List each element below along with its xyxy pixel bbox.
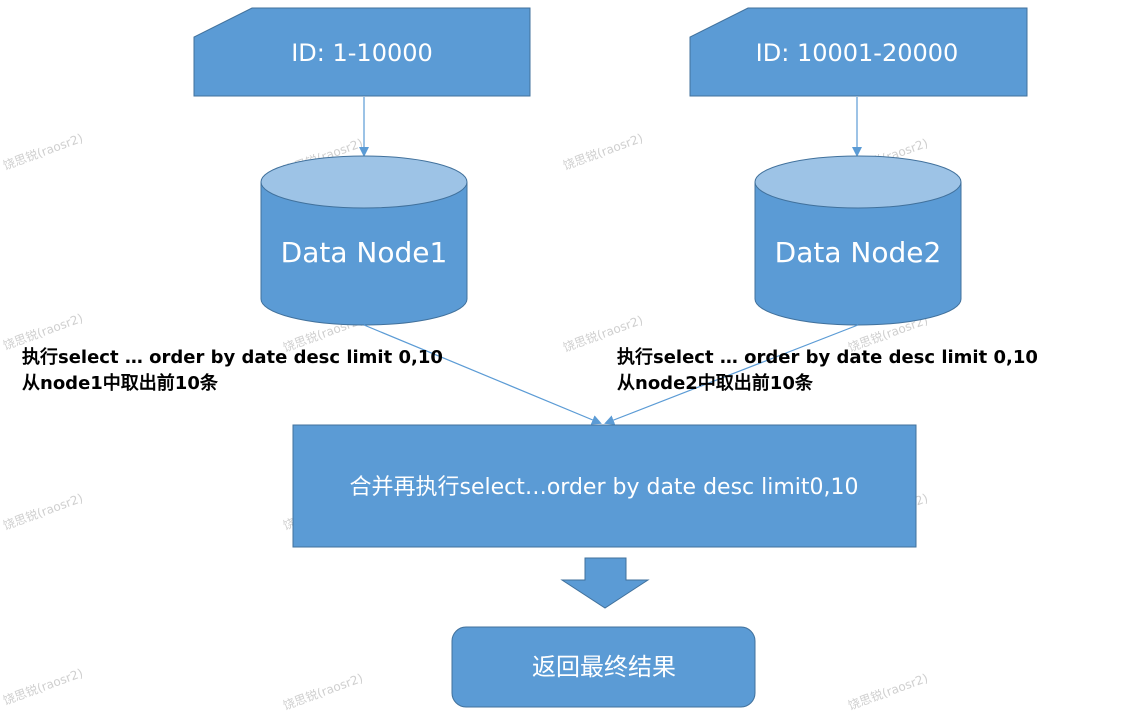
note-node2-line2: 从node2中取出前10条 [617, 372, 814, 394]
watermark-text: 饶思锐(raosr2) [1, 491, 85, 533]
merge-box: 合并再执行select…order by date desc limit0,10 [292, 424, 917, 548]
watermark-text: 饶思锐(raosr2) [1, 666, 85, 708]
watermark-text: 饶思锐(raosr2) [561, 131, 645, 173]
data-node-1-label: Data Node1 [281, 236, 448, 269]
id-card-2-label: ID: 10001-20000 [756, 39, 959, 67]
id-card-2: ID: 10001-20000 [689, 7, 1028, 97]
sharding-query-diagram: 饶思锐(raosr2) 饶思锐(raosr2) 饶思锐(raosr2) 饶思锐(… [1, 7, 1038, 713]
id-card-1: ID: 1-10000 [193, 7, 531, 97]
note-node2-line1: 执行select … order by date desc limit 0,10 [617, 346, 1038, 368]
data-node-2-cylinder: Data Node2 [754, 155, 962, 326]
note-node2: 执行select … order by date desc limit 0,10… [617, 346, 1038, 394]
note-node1-line1: 执行select … order by date desc limit 0,10 [22, 346, 443, 368]
watermark-text: 饶思锐(raosr2) [281, 671, 365, 713]
merge-box-label: 合并再执行select…order by date desc limit0,10 [349, 475, 858, 500]
note-node1-line2: 从node1中取出前10条 [22, 372, 219, 394]
data-node-2-label: Data Node2 [775, 236, 942, 269]
note-node1: 执行select … order by date desc limit 0,10… [22, 346, 443, 394]
id-card-1-label: ID: 1-10000 [291, 39, 433, 67]
watermark-text: 饶思锐(raosr2) [1, 131, 85, 173]
result-box-label: 返回最终结果 [532, 653, 676, 681]
down-arrow-icon [560, 557, 650, 609]
data-node-1-cylinder: Data Node1 [260, 155, 468, 326]
watermark-text: 饶思锐(raosr2) [846, 671, 930, 713]
result-box: 返回最终结果 [451, 626, 756, 708]
